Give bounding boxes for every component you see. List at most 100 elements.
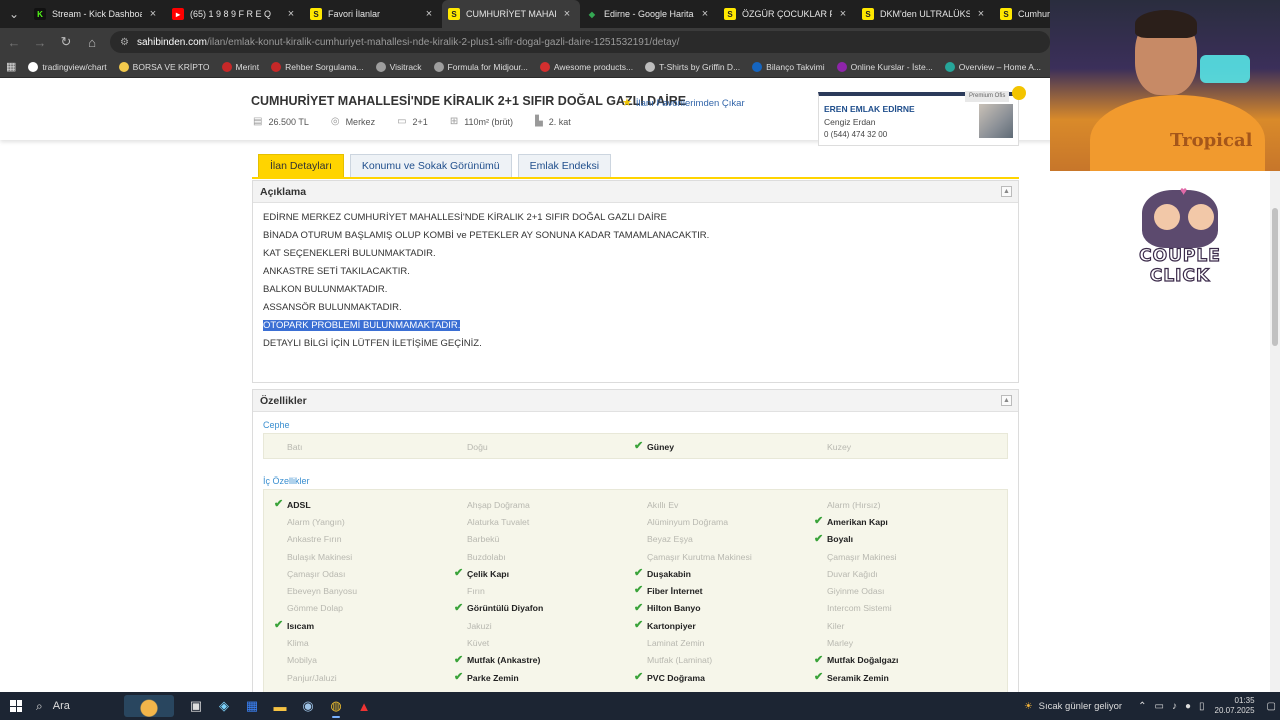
feature-label: Alarm (Hırsız) <box>827 499 881 510</box>
browser-tab[interactable]: S ÖZGÜR ÇOCUKLAR PARK × <box>718 0 856 28</box>
feature-item: ✔ Mutfak Doğalgazı <box>804 652 984 669</box>
logo-face-left <box>1154 204 1180 230</box>
bookmark-item[interactable]: Awesome products... <box>534 61 639 72</box>
tab-close-icon[interactable]: × <box>698 8 712 20</box>
url-input[interactable]: ⚙ sahibinden.com /ilan/emlak-konut-kiral… <box>110 31 1050 53</box>
browser-tab[interactable]: S DKM'den ULTRALÜKS PR × <box>856 0 994 28</box>
apps-grid-icon[interactable]: ▦ <box>0 60 22 73</box>
system-tray: ☀ Sıcak günler geliyor ⌃ ▭ ♪ ● ▯ 01:35 2… <box>1024 696 1280 716</box>
tab-emlak-endeksi[interactable]: Emlak Endeksi <box>517 154 612 178</box>
clock[interactable]: 01:35 20.07.2025 <box>1215 696 1255 716</box>
check-icon: ✔ <box>814 532 824 545</box>
tab-konumu[interactable]: Konumu ve Sokak Görünümü <box>349 154 512 178</box>
bookmark-item[interactable]: Formula for Midjour... <box>428 61 534 72</box>
task-view-icon[interactable]: ▣ <box>182 692 210 720</box>
tab-ilan-detaylari[interactable]: İlan Detayları <box>258 154 344 178</box>
money-icon: ▤ <box>253 116 263 127</box>
browser-tab[interactable]: S Favori İlanlar × <box>304 0 442 28</box>
reload-icon[interactable]: ↻ <box>54 30 78 54</box>
tab-close-icon[interactable]: × <box>974 8 988 20</box>
feature-label: Alaturka Tuvalet <box>467 516 530 527</box>
check-icon: ✔ <box>634 670 644 683</box>
file-explorer-icon[interactable]: ▬ <box>266 692 294 720</box>
agent-photo <box>979 104 1013 138</box>
listing-tabs: İlan Detayları Konumu ve Sokak Görünümü … <box>258 154 617 178</box>
chrome-icon[interactable]: ◍ <box>322 692 350 720</box>
feature-item: Giyinme Odası <box>804 582 984 599</box>
bookmark-item[interactable]: Online Kurslar - İste... <box>831 61 939 72</box>
feature-item: ✔ Kartonpiyer <box>624 617 804 634</box>
feature-label: Panjur/Jaluzi <box>287 672 337 683</box>
clock-time: 01:35 <box>1234 696 1255 705</box>
tab-close-icon[interactable]: × <box>560 8 574 20</box>
tab-close-icon[interactable]: × <box>146 8 160 20</box>
bookmark-item[interactable]: Rehber Sorgulama... <box>265 61 369 72</box>
feature-item: Alarm (Yangın) <box>264 513 444 530</box>
tab-close-icon[interactable]: × <box>422 8 436 20</box>
check-icon: ✔ <box>634 440 644 452</box>
scrollbar-thumb[interactable] <box>1272 208 1278 346</box>
bookmark-item[interactable]: tradingview/chart <box>22 61 112 72</box>
site-info-icon[interactable]: ⚙ <box>120 37 129 48</box>
bookmark-label: Rehber Sorgulama... <box>285 61 364 72</box>
feature-label: Alarm (Yangın) <box>287 516 345 527</box>
favorite-remove-link[interactable]: ★ İlanı Favorilerimden Çıkar <box>622 96 745 109</box>
check-icon: ✔ <box>814 670 824 683</box>
agent-phone: 0 (544) 474 32 00 <box>824 130 888 139</box>
collapse-icon[interactable]: ▲ <box>1001 186 1012 197</box>
feature-label: Giyinme Odası <box>827 586 885 597</box>
start-button[interactable] <box>0 692 32 720</box>
app-red-icon[interactable]: ▲ <box>350 692 378 720</box>
steam-icon[interactable]: ◉ <box>294 692 322 720</box>
description-line: BALKON BULUNMAKTADIR. <box>263 284 709 302</box>
maps-icon: ◆ <box>588 9 596 19</box>
home-icon[interactable]: ⌂ <box>80 30 104 54</box>
youtube-icon: ▸ <box>172 8 184 20</box>
bookmark-item[interactable]: Visitrack <box>370 61 428 72</box>
tab-search-chevron-icon[interactable]: ⌄ <box>0 0 28 28</box>
browser-tab[interactable]: ◆ Edirne - Google Haritalar × <box>580 0 718 28</box>
back-arrow-icon[interactable]: ← <box>2 30 26 54</box>
feature-label: Gömme Dolap <box>287 603 344 614</box>
tab-close-icon[interactable]: × <box>284 8 298 20</box>
agent-card[interactable]: Premium Ofis EREN EMLAK EDİRNE Cengiz Er… <box>818 86 1026 146</box>
description-line: ASSANSÖR BULUNMAKTADIR. <box>263 302 709 320</box>
bookmark-item[interactable]: Bilanço Takvimi <box>746 61 830 72</box>
feature-item: ✔ Güney <box>624 438 804 455</box>
browser-tab[interactable]: K Stream - Kick Dashboard × <box>28 0 166 28</box>
notification-icon[interactable]: ▢ <box>1267 701 1276 712</box>
media-app-icon[interactable]: ▦ <box>238 692 266 720</box>
bookmark-item[interactable]: Overview – Home A... <box>939 61 1047 72</box>
volume-icon[interactable]: ♪ <box>1172 701 1177 712</box>
bookmark-item[interactable]: BORSA VE KRİPTO <box>113 61 216 72</box>
browser-tab[interactable]: ▸ (65) 1 9 8 9 F R E Q × <box>166 0 304 28</box>
tab-close-icon[interactable]: × <box>836 8 850 20</box>
location: Merkez <box>345 116 376 127</box>
description-line: DETAYLI BİLGİ İÇİN LÜTFEN İLETİŞİME GEÇİ… <box>263 338 709 356</box>
network-icon[interactable]: ▭ <box>1154 701 1163 712</box>
feature-item: Batı <box>264 438 444 455</box>
agent-name[interactable]: EREN EMLAK EDİRNE <box>824 104 915 114</box>
forward-arrow-icon[interactable]: → <box>28 30 52 54</box>
battery-icon[interactable]: ▯ <box>1199 701 1205 712</box>
bookmark-favicon-icon <box>539 61 550 72</box>
feature-label: Ebeveyn Banyosu <box>287 586 358 597</box>
feature-item: Intercom Sistemi <box>804 600 984 617</box>
copilot-icon[interactable]: ◈ <box>210 692 238 720</box>
bookmark-item[interactable]: Merint <box>216 61 266 72</box>
browser-tab[interactable]: S CUMHURİYET MAHALLESİ × <box>442 0 580 28</box>
feature-label: Marley <box>827 638 854 649</box>
feature-label: Amerikan Kapı <box>827 516 888 527</box>
weather-widget[interactable]: ☀ Sıcak günler geliyor <box>1024 701 1122 712</box>
mic-icon[interactable]: ● <box>1185 701 1191 712</box>
chevron-up-icon[interactable]: ⌃ <box>1138 701 1146 712</box>
feature-item: Ahşap Doğrama <box>444 496 624 513</box>
collapse-icon[interactable]: ▲ <box>1001 395 1012 406</box>
check-icon: ✔ <box>454 670 464 683</box>
description-line-text: ANKASTRE SETİ TAKILACAKTIR. <box>263 266 410 277</box>
taskbar-search[interactable]: ⌕ Ara <box>32 692 182 720</box>
rooms-info: ▭ 2+1 <box>397 116 428 127</box>
feature-item: Alarm (Hırsız) <box>804 496 984 513</box>
bookmark-item[interactable]: T-Shirts by Griffin D... <box>639 61 746 72</box>
premium-medal-icon <box>1012 86 1026 100</box>
